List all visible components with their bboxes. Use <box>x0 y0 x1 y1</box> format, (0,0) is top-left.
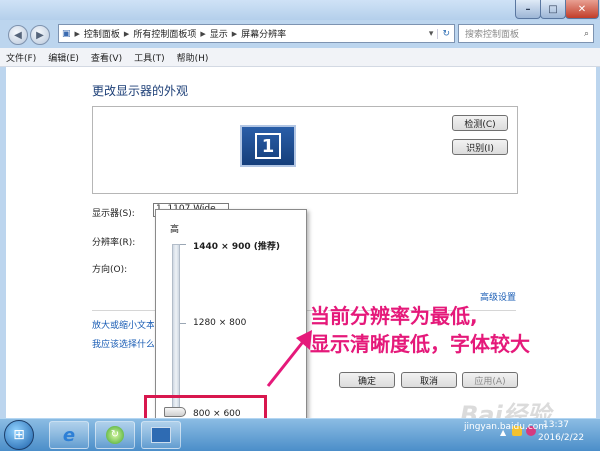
clock-date[interactable]: 2016/2/22 <box>538 433 584 443</box>
refresh-icon[interactable]: ↻ <box>437 28 454 39</box>
resolution-option[interactable]: 1280 × 800 <box>193 318 246 328</box>
monitor-icon[interactable]: 1 <box>240 125 296 167</box>
menu-bar: 文件(F) 编辑(E) 查看(V) 工具(T) 帮助(H) <box>0 48 600 67</box>
watermark-url: jingyan.baidu.com <box>464 422 548 432</box>
identify-button[interactable]: 识别(I) <box>452 139 508 155</box>
resolution-slider-track[interactable] <box>172 244 180 416</box>
resolution-option[interactable]: 1440 × 900 (推荐) <box>193 239 280 252</box>
maximize-button[interactable]: □ <box>540 0 566 19</box>
control-panel-icon <box>151 427 171 443</box>
start-orb-icon[interactable]: ⊞ <box>4 420 34 450</box>
apply-button[interactable]: 应用(A) <box>462 372 518 388</box>
breadcrumb-control-panel[interactable]: 控制面板 <box>81 27 123 40</box>
search-input[interactable]: 搜索控制面板 ⌕ <box>458 24 594 43</box>
choose-settings-link[interactable]: 我应该选择什么 <box>92 337 154 350</box>
breadcrumb-screen-resolution[interactable]: 屏幕分辨率 <box>238 27 289 40</box>
chevron-right-icon: ▶ <box>74 29 80 38</box>
menu-view[interactable]: 查看(V) <box>85 51 128 64</box>
menu-file[interactable]: 文件(F) <box>0 51 42 64</box>
internet-explorer-icon: e <box>62 424 76 446</box>
ok-button[interactable]: 确定 <box>339 372 395 388</box>
taskbar-control-panel[interactable] <box>141 421 181 449</box>
menu-edit[interactable]: 编辑(E) <box>42 51 85 64</box>
chevron-right-icon: ▶ <box>231 29 238 38</box>
breadcrumb-display[interactable]: 显示 <box>207 27 231 40</box>
display-label: 显示器(S): <box>92 209 135 219</box>
breadcrumb-all-items[interactable]: 所有控制面板项 <box>130 27 199 40</box>
address-bar[interactable]: ▣ ▶ 控制面板 ▶ 所有控制面板项 ▶ 显示 ▶ 屏幕分辨率 ▾ ↻ <box>58 24 455 43</box>
page-title: 更改显示器的外观 <box>92 84 189 98</box>
back-arrow-icon[interactable]: ◀ <box>8 25 28 45</box>
resolution-label: 分辨率(R): <box>92 238 136 248</box>
text-size-link[interactable]: 放大或缩小文本 <box>92 318 154 331</box>
menu-help[interactable]: 帮助(H) <box>171 51 215 64</box>
chevron-right-icon: ▶ <box>200 29 206 38</box>
chevron-right-icon: ▶ <box>123 29 130 38</box>
media-player-icon: ↻ <box>106 426 124 444</box>
slider-tick <box>180 323 186 324</box>
control-panel-icon: ▣ <box>62 28 71 39</box>
taskbar-media-player[interactable]: ↻ <box>95 421 135 449</box>
title-bar[interactable] <box>0 0 600 20</box>
minimize-button[interactable]: – <box>515 0 541 19</box>
orientation-label: 方向(O): <box>92 265 128 275</box>
close-button[interactable]: ✕ <box>565 0 599 19</box>
slider-high-label: 高 <box>170 225 180 235</box>
annotation-line-2: 显示清晰度低，字体较大 <box>310 332 530 356</box>
search-icon[interactable]: ⌕ <box>584 29 593 39</box>
search-placeholder: 搜索控制面板 <box>465 30 520 40</box>
cancel-button[interactable]: 取消 <box>401 372 457 388</box>
taskbar-ie[interactable]: e <box>49 421 89 449</box>
annotation-line-1: 当前分辨率为最低, <box>310 304 478 328</box>
slider-tick <box>180 244 186 245</box>
forward-arrow-icon[interactable]: ▶ <box>30 25 50 45</box>
menu-tools[interactable]: 工具(T) <box>128 51 171 64</box>
dropdown-arrow-icon[interactable]: ▾ <box>425 29 438 39</box>
detect-button[interactable]: 检测(C) <box>452 115 508 131</box>
annotation-text: 当前分辨率为最低, 显示清晰度低，字体较大 <box>310 302 530 358</box>
monitor-number: 1 <box>255 133 281 159</box>
